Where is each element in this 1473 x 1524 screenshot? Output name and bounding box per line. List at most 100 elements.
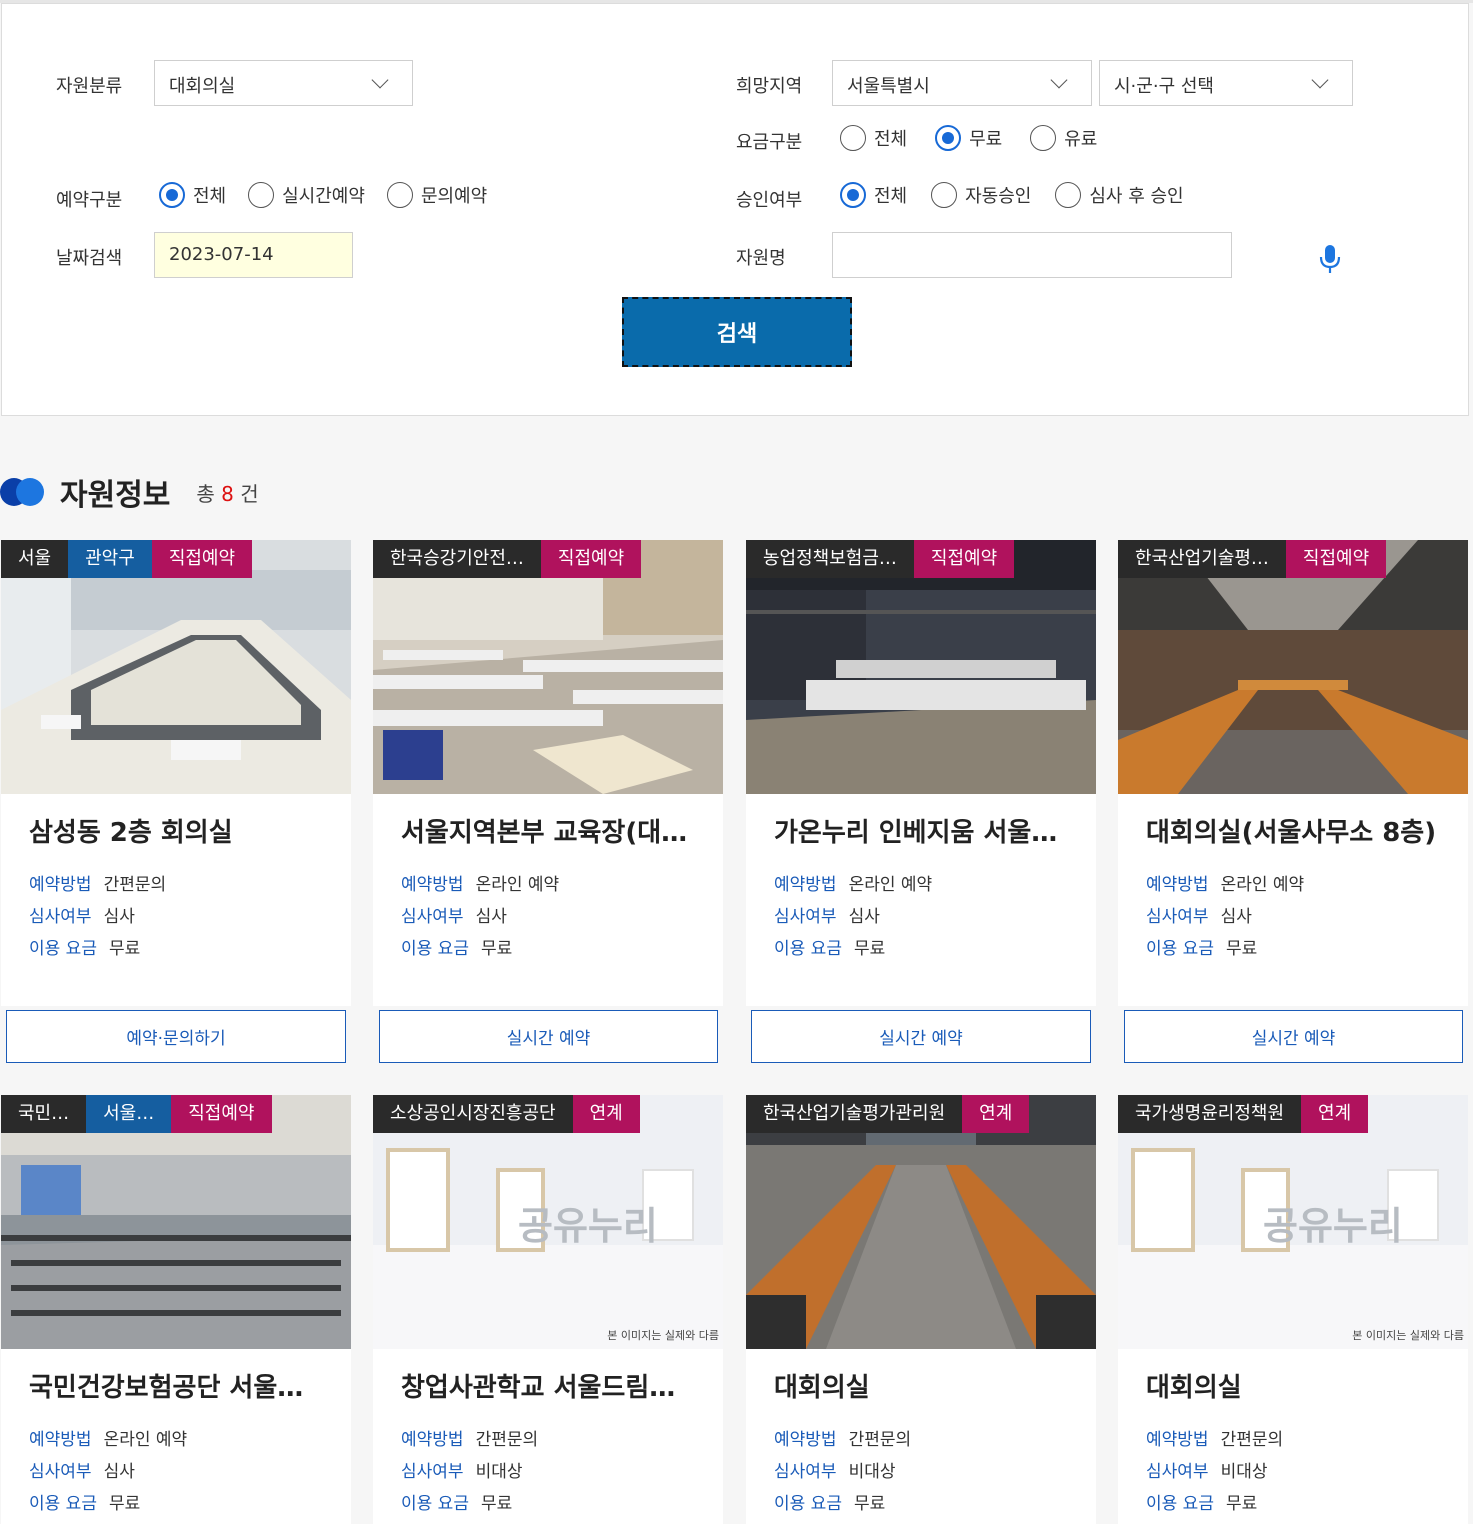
count-number: 8 [221, 481, 234, 506]
card-title[interactable]: 대회의실 [1146, 1367, 1446, 1404]
microphone-icon[interactable] [1318, 244, 1342, 274]
card-title[interactable]: 삼성동 2층 회의실 [29, 812, 329, 849]
card-tags: 국가생명윤리정책원 연계 [1118, 1095, 1369, 1133]
date-input[interactable]: 2023-07-14 [154, 232, 353, 278]
inquiry-button[interactable]: 예약·문의하기 [6, 1010, 346, 1063]
resource-card[interactable]: 한국산업기술평… 직접예약 대회의실(서울사무소 8층) 예약방법 온라인 예약 … [1118, 540, 1468, 1006]
info-value: 무료 [480, 939, 513, 959]
fee-radio-paid[interactable]: 유료 [1030, 125, 1097, 151]
info-review: 심사여부 비대상 [774, 1457, 895, 1482]
radio-circle[interactable] [1030, 125, 1057, 151]
info-key: 이용 요금 [774, 1494, 842, 1514]
resource-card[interactable]: 공유누리 본 이미지는 실제와 다름 소상공인시장진흥공단 연계 창업사관학교 … [373, 1095, 723, 1524]
realtime-reserve-button[interactable]: 실시간 예약 [751, 1010, 1091, 1063]
card-title[interactable]: 창업사관학교 서울드림… [401, 1367, 701, 1404]
resource-card[interactable]: 한국승강기안전… 직접예약 서울지역본부 교육장(대… 예약방법 온라인 예약 심… [373, 540, 723, 1006]
info-review: 심사여부 심사 [774, 902, 880, 927]
approval-radio-all[interactable]: 전체 [840, 182, 907, 208]
info-fee: 이용 요금 무료 [1146, 1489, 1257, 1514]
realtime-reserve-button[interactable]: 실시간 예약 [1124, 1010, 1463, 1063]
info-value: 무료 [1225, 939, 1258, 959]
fee-radio-free[interactable]: 무료 [935, 125, 1002, 151]
info-key: 이용 요금 [29, 1494, 97, 1514]
resource-photo [746, 540, 1096, 794]
resource-card[interactable]: 서울 관악구 직접예약 삼성동 2층 회의실 예약방법 간편문의 심사여부 심사 이… [1, 540, 351, 1006]
card-title[interactable]: 가온누리 인베지움 서울… [774, 812, 1074, 849]
radio-circle[interactable] [248, 182, 275, 208]
radio-label: 전체 [874, 129, 908, 150]
card-title[interactable]: 대회의실 [774, 1367, 1074, 1404]
info-method: 예약방법 간편문의 [774, 1425, 911, 1450]
approval-label: 승인여부 [736, 190, 803, 211]
info-key: 예약방법 [401, 1430, 464, 1450]
radio-circle[interactable] [840, 125, 866, 151]
name-label: 자원명 [736, 248, 786, 269]
count-suffix: 건 [240, 481, 259, 506]
reserve-type-tag: 직접예약 [540, 540, 642, 578]
radio-circle[interactable] [935, 125, 962, 151]
resource-card[interactable]: 농업정책보험금… 직접예약 가온누리 인베지움 서울… 예약방법 온라인 예약 심… [746, 540, 1096, 1006]
info-key: 심사여부 [1146, 1462, 1209, 1482]
org-tag: 농업정책보험금… [746, 540, 914, 578]
info-key: 이용 요금 [401, 1494, 469, 1514]
radio-circle[interactable] [1055, 182, 1082, 208]
resource-card[interactable]: 한국산업기술평가관리원 연계 대회의실 예약방법 간편문의 심사여부 비대상 이용 … [746, 1095, 1096, 1524]
info-fee: 이용 요금 무료 [401, 934, 512, 959]
radio-label: 실시간예약 [282, 186, 365, 207]
radio-label: 문의예약 [420, 186, 488, 207]
fee-radio-all[interactable]: 전체 [840, 125, 907, 151]
info-review: 심사여부 심사 [29, 902, 135, 927]
realtime-reserve-button[interactable]: 실시간 예약 [379, 1010, 718, 1063]
info-key: 심사여부 [401, 907, 464, 927]
info-fee: 이용 요금 무료 [774, 934, 885, 959]
reserve-radio-realtime[interactable]: 실시간예약 [248, 182, 365, 208]
radio-circle[interactable] [931, 182, 958, 208]
resource-card[interactable]: 공유누리 본 이미지는 실제와 다름 국가생명윤리정책원 연계 대회의실 예약방… [1118, 1095, 1468, 1524]
radio-circle[interactable] [159, 182, 185, 208]
approval-radio-auto[interactable]: 자동승인 [931, 182, 1031, 208]
radio-circle[interactable] [386, 182, 413, 208]
card-title[interactable]: 서울지역본부 교육장(대… [401, 812, 701, 849]
name-input[interactable] [832, 232, 1232, 278]
reserve-type-tag: 직접예약 [1285, 540, 1387, 578]
radio-circle[interactable] [840, 182, 866, 208]
info-review: 심사여부 심사 [1146, 902, 1252, 927]
card-title[interactable]: 대회의실(서울사무소 8층) [1146, 812, 1446, 849]
info-value: 무료 [1225, 1494, 1258, 1514]
placeholder-photo: 공유누리 본 이미지는 실제와 다름 [1118, 1095, 1468, 1349]
info-value: 심사 [103, 907, 135, 927]
radio-label: 심사 후 승인 [1089, 186, 1184, 207]
count-prefix: 총 [196, 481, 215, 506]
resource-type-label: 자원분류 [56, 76, 123, 97]
info-key: 예약방법 [29, 1430, 92, 1450]
section-bullet-icon [0, 478, 46, 506]
resource-type-select[interactable]: 대회의실 [154, 60, 413, 106]
info-key: 이용 요금 [1146, 939, 1214, 959]
approval-radio-review[interactable]: 심사 후 승인 [1055, 182, 1184, 208]
info-value: 온라인 예약 [1220, 875, 1305, 895]
card-title[interactable]: 국민건강보험공단 서울… [29, 1367, 329, 1404]
info-value: 간편문의 [1220, 1430, 1284, 1450]
results-title: 자원정보 [60, 478, 171, 513]
reserve-type-tag: 직접예약 [171, 1095, 272, 1133]
info-key: 예약방법 [29, 875, 92, 895]
info-fee: 이용 요금 무료 [29, 934, 140, 959]
search-button[interactable]: 검색 [622, 297, 852, 367]
district-select[interactable]: 시·군·구 선택 [1099, 60, 1353, 106]
org-tag: 국가생명윤리정책원 [1118, 1095, 1302, 1133]
info-value: 온라인 예약 [848, 875, 933, 895]
info-method: 예약방법 온라인 예약 [401, 870, 559, 895]
info-value: 간편문의 [103, 875, 167, 895]
info-value: 심사 [848, 907, 880, 927]
resource-card[interactable]: 국민… 서울… 직접예약 국민건강보험공단 서울… 예약방법 온라인 예약 심사여… [1, 1095, 351, 1524]
info-value: 무료 [853, 1494, 886, 1514]
info-value: 심사 [475, 907, 507, 927]
info-value: 심사 [103, 1462, 135, 1482]
reserve-radio-inquiry[interactable]: 문의예약 [386, 182, 488, 208]
card-tags: 소상공인시장진흥공단 연계 [373, 1095, 640, 1133]
region-select[interactable]: 서울특별시 [832, 60, 1092, 106]
info-key: 예약방법 [401, 875, 464, 895]
fee-radio-group: 전체 무료 유료 [840, 125, 1119, 151]
org-tag: 한국산업기술평가관리원 [746, 1095, 963, 1133]
reserve-radio-all[interactable]: 전체 [159, 182, 226, 208]
